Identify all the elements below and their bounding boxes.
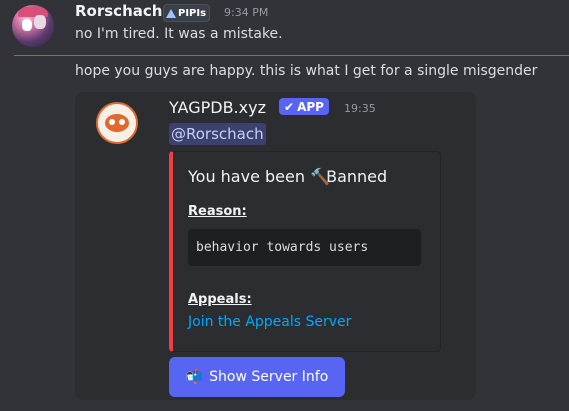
hammer-icon: 🔨 [310,167,331,186]
message-timestamp: 9:34 PM [224,6,269,19]
message-timestamp: 19:35 [344,102,376,115]
embed-title: You have been 🔨Banned [188,167,387,186]
reason-code-block: behavior towards users [188,229,421,266]
check-icon: ✔ [284,99,295,114]
reason-label: Reason: [188,204,247,219]
badge-icon [166,8,176,18]
new-messages-divider [14,55,569,56]
app-badge-label: APP [297,99,324,114]
user-avatar[interactable] [12,5,54,47]
message-username[interactable]: Rorschach [75,2,162,20]
user-mention[interactable]: @Rorschach [169,123,266,145]
embed-title-text: You have been [188,167,305,186]
button-label: Show Server Info [209,369,329,385]
embed-title-suffix: Banned [326,167,388,186]
avatar-face-shape [22,19,32,31]
bot-eye-shape [119,119,125,125]
role-badge[interactable]: PIPIs [163,4,211,22]
show-server-info-button[interactable]: 📬 Show Server Info [169,357,345,397]
message-text: hope you guys are happy. this is what I … [75,63,538,79]
mailbox-icon: 📬 [185,369,204,385]
bot-avatar[interactable] [96,102,138,144]
avatar-face-shape [34,15,46,29]
bot-username[interactable]: YAGPDB.xyz [169,98,266,117]
app-badge: ✔ APP [279,98,329,115]
appeals-label: Appeals: [188,292,252,307]
badge-label: PIPIs [178,7,207,19]
bot-eye-shape [109,119,115,125]
appeals-link[interactable]: Join the Appeals Server [188,314,351,330]
message-text: no I'm tired. It was a mistake. [75,26,283,42]
